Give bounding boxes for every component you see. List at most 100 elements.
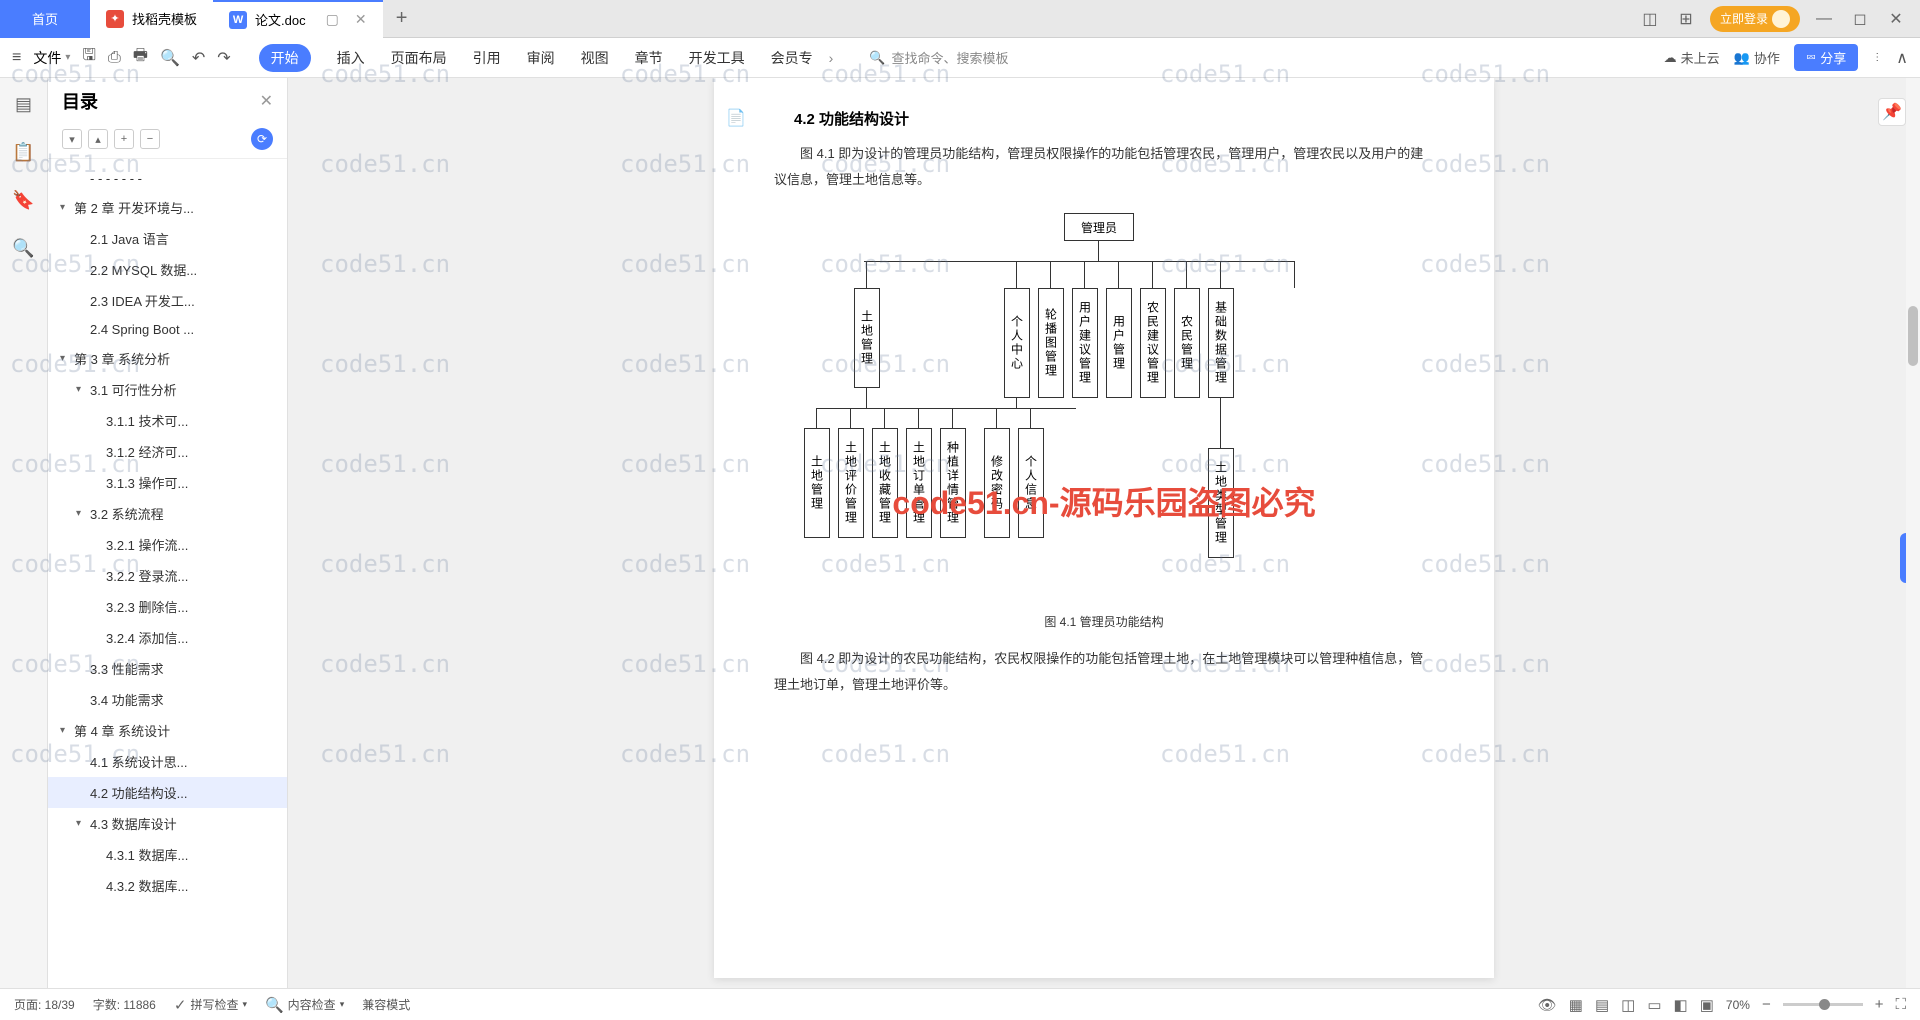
spell-check[interactable]: ✓拼写检查▾ <box>174 996 247 1014</box>
tab-screen-icon[interactable]: ▢ <box>326 11 339 28</box>
share-button[interactable]: ⮹分享 <box>1794 44 1858 71</box>
bookmark-icon[interactable]: 🔖 <box>10 186 38 214</box>
window-maximize-icon[interactable]: ◻ <box>1848 7 1872 31</box>
tab-template[interactable]: ✦ 找稻壳模板 <box>90 0 213 38</box>
eye-icon[interactable]: 👁 <box>1538 996 1557 1014</box>
layout-icon[interactable]: ◫ <box>1638 7 1662 31</box>
tab-add-button[interactable]: + <box>383 7 421 30</box>
outline-item[interactable]: 3.1.2 经济可... <box>48 436 287 467</box>
outline-item[interactable]: - - - - - - - <box>48 165 287 192</box>
avatar-icon <box>1772 10 1790 28</box>
tab-close-icon[interactable]: ✕ <box>355 11 367 28</box>
tab-document-label: 论文.doc <box>255 10 306 29</box>
search-rail-icon[interactable]: 🔍 <box>10 234 38 262</box>
outline-item[interactable]: 3.2.3 删除信... <box>48 591 287 622</box>
menu-会员专[interactable]: 会员专 <box>771 48 813 68</box>
menu-引用[interactable]: 引用 <box>473 48 501 68</box>
collab-button[interactable]: 👥协作 <box>1734 48 1780 67</box>
login-button[interactable]: 立即登录 <box>1710 6 1800 32</box>
view-page-icon[interactable]: ▦ <box>1569 996 1583 1014</box>
figure-caption-1: 图 4.1 管理员功能结构 <box>774 613 1434 630</box>
undo-icon[interactable]: ↶ <box>192 48 205 68</box>
expand-icon[interactable]: ∧ <box>1896 48 1908 68</box>
zoom-in-icon[interactable]: + <box>1875 996 1884 1013</box>
export-icon[interactable]: ⎙ <box>108 49 121 67</box>
diagram-box: 土地管理 <box>804 428 830 538</box>
window-minimize-icon[interactable]: — <box>1812 7 1836 31</box>
outline-item[interactable]: 4.2 功能结构设... <box>48 777 287 808</box>
search-icon: 🔍 <box>869 50 885 66</box>
word-count[interactable]: 字数: 11886 <box>93 996 156 1013</box>
page-marker-icon: 📄 <box>726 108 746 128</box>
org-diagram: 管理员土地管理个人中心轮播图管理用户建议管理用户管理农民建议管理农民管理基础数据… <box>774 213 1434 593</box>
diagram-box: 用户建议管理 <box>1072 288 1098 398</box>
outline-item[interactable]: ▾3.1 可行性分析 <box>48 374 287 405</box>
template-icon: ✦ <box>106 10 124 28</box>
menu-开发工具[interactable]: 开发工具 <box>689 48 745 68</box>
outline-item[interactable]: 2.1 Java 语言 <box>48 223 287 254</box>
more-icon[interactable]: ⋮ <box>1872 52 1882 63</box>
zoom-out-icon[interactable]: − <box>1762 996 1771 1013</box>
menu-开始[interactable]: 开始 <box>259 44 311 72</box>
tab-template-label: 找稻壳模板 <box>132 9 197 28</box>
outline-item[interactable]: 3.4 功能需求 <box>48 684 287 715</box>
outline-item[interactable]: 3.2.2 登录流... <box>48 560 287 591</box>
save-icon[interactable]: 🖫 <box>82 44 96 71</box>
outline-item[interactable]: ▾4.3 数据库设计 <box>48 808 287 839</box>
outline-item[interactable]: 3.1.1 技术可... <box>48 405 287 436</box>
preview-icon[interactable]: 🔍 <box>160 48 180 68</box>
outline-tree: - - - - - - -▾第 2 章 开发环境与...2.1 Java 语言2… <box>48 159 287 988</box>
page-indicator[interactable]: 页面: 18/39 <box>14 996 75 1013</box>
outline-item[interactable]: ▾3.2 系统流程 <box>48 498 287 529</box>
toolbar-search[interactable]: 🔍 查找命令、搜索模板 <box>869 48 1008 67</box>
redo-icon[interactable]: ↷ <box>217 48 230 68</box>
file-menu[interactable]: 文件▾ <box>33 48 70 68</box>
menu-视图[interactable]: 视图 <box>581 48 609 68</box>
outline-item[interactable]: ▾第 3 章 系统分析 <box>48 343 287 374</box>
vertical-scrollbar[interactable] <box>1906 78 1920 988</box>
outline-item[interactable]: 4.3.2 数据库... <box>48 870 287 901</box>
zoom-fit-icon[interactable]: ▣ <box>1700 996 1714 1014</box>
outline-item[interactable]: 2.3 IDEA 开发工... <box>48 285 287 316</box>
outline-item[interactable]: ▾第 4 章 系统设计 <box>48 715 287 746</box>
diagram-box: 管理员 <box>1064 213 1134 241</box>
menu-icon[interactable]: ≡ <box>12 49 21 67</box>
outline-item[interactable]: 4.3.1 数据库... <box>48 839 287 870</box>
pin-icon[interactable]: 📌 <box>1878 98 1906 126</box>
outline-item[interactable]: 3.2.4 添加信... <box>48 622 287 653</box>
view-outline-icon[interactable]: ▤ <box>1595 996 1609 1014</box>
menu-章节[interactable]: 章节 <box>635 48 663 68</box>
outline-icon[interactable]: ▤ <box>10 90 38 118</box>
outline-item[interactable]: 3.3 性能需求 <box>48 653 287 684</box>
outline-item[interactable]: ▾第 2 章 开发环境与... <box>48 192 287 223</box>
outline-collapse-all[interactable]: ▾ <box>62 129 82 149</box>
zoom-slider[interactable] <box>1783 1003 1863 1006</box>
tab-document[interactable]: W 论文.doc ▢ ✕ <box>213 0 383 38</box>
outline-add[interactable]: + <box>114 129 134 149</box>
content-check[interactable]: 🔍内容检查▾ <box>265 996 344 1014</box>
view-read-icon[interactable]: ▭ <box>1647 996 1661 1014</box>
menu-插入[interactable]: 插入 <box>337 48 365 68</box>
menu-审阅[interactable]: 审阅 <box>527 48 555 68</box>
outline-item[interactable]: 3.1.3 操作可... <box>48 467 287 498</box>
menu-页面布局[interactable]: 页面布局 <box>391 48 447 68</box>
outline-sync-icon[interactable]: ⟳ <box>251 128 273 150</box>
view-web-icon[interactable]: ◫ <box>1621 996 1635 1014</box>
outline-remove[interactable]: − <box>140 129 160 149</box>
outline-item[interactable]: 2.2 MYSQL 数据... <box>48 254 287 285</box>
view-focus-icon[interactable]: ◧ <box>1674 996 1688 1014</box>
outline-item[interactable]: 3.2.1 操作流... <box>48 529 287 560</box>
outline-close-icon[interactable]: ✕ <box>260 91 273 111</box>
outline-item[interactable]: 2.4 Spring Boot ... <box>48 316 287 343</box>
outline-item[interactable]: 4.1 系统设计思... <box>48 746 287 777</box>
clipboard-icon[interactable]: 📋 <box>10 138 38 166</box>
zoom-level[interactable]: 70% <box>1726 998 1750 1012</box>
outline-expand-all[interactable]: ▴ <box>88 129 108 149</box>
tab-home[interactable]: 首页 <box>0 0 90 38</box>
cloud-status[interactable]: ☁未上云 <box>1664 48 1720 67</box>
apps-icon[interactable]: ⊞ <box>1674 7 1698 31</box>
fullscreen-icon[interactable]: ⛶ <box>1895 996 1906 1013</box>
print-icon[interactable]: 🖶 <box>133 44 148 71</box>
window-close-icon[interactable]: ✕ <box>1884 7 1908 31</box>
compat-mode[interactable]: 兼容模式 <box>362 996 410 1013</box>
